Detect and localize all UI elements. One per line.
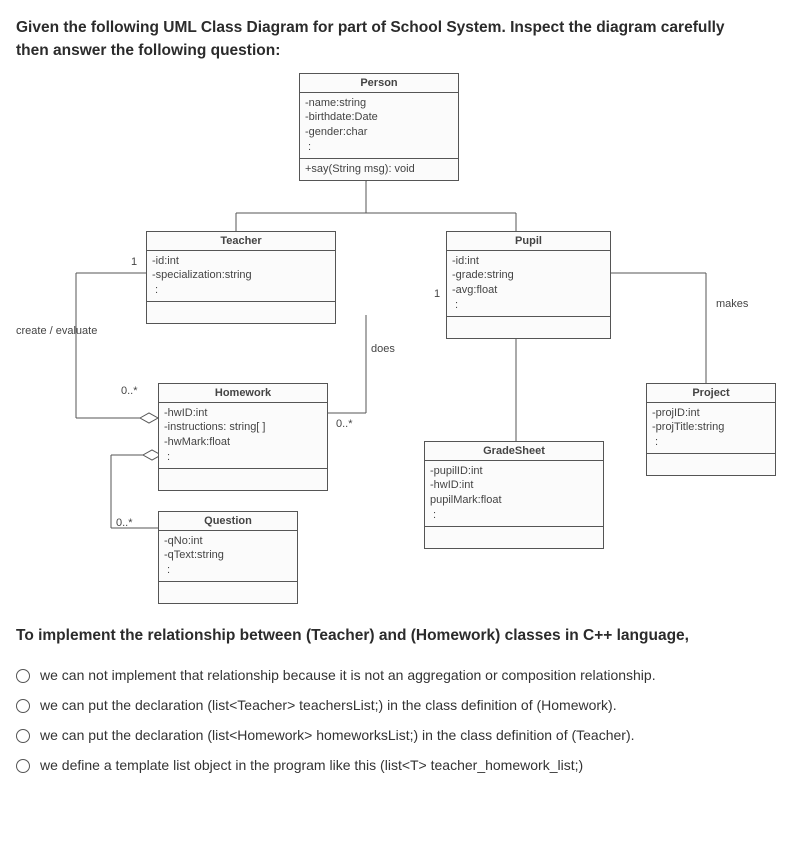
uml-ops bbox=[159, 469, 327, 490]
option-text: we can put the declaration (list<Teacher… bbox=[40, 697, 617, 713]
option-b[interactable]: we can put the declaration (list<Teacher… bbox=[16, 697, 787, 713]
uml-ops bbox=[159, 582, 297, 603]
mult-1-pupil: 1 bbox=[434, 288, 440, 300]
assoc-label-create-evaluate: create / evaluate bbox=[16, 325, 97, 337]
radio-icon[interactable] bbox=[16, 759, 30, 773]
question-prompt: Given the following UML Class Diagram fo… bbox=[16, 16, 787, 63]
question-stem: To implement the relationship between (T… bbox=[16, 627, 787, 645]
option-text: we define a template list object in the … bbox=[40, 757, 583, 773]
uml-class-teacher: Teacher -id:int -specialization:string : bbox=[146, 231, 336, 324]
uml-attrs: -projID:int -projTitle:string : bbox=[647, 403, 775, 455]
uml-title: Project bbox=[647, 384, 775, 403]
uml-title: Homework bbox=[159, 384, 327, 403]
uml-attrs: -hwID:int -instructions: string[ ] -hwMa… bbox=[159, 403, 327, 469]
uml-ops: +say(String msg): void bbox=[300, 159, 458, 180]
mult-0star-homework: 0..* bbox=[121, 385, 138, 397]
option-a[interactable]: we can not implement that relationship b… bbox=[16, 667, 787, 683]
uml-ops bbox=[647, 454, 775, 475]
uml-class-gradesheet: GradeSheet -pupilID:int -hwID:int pupilM… bbox=[424, 441, 604, 549]
uml-class-homework: Homework -hwID:int -instructions: string… bbox=[158, 383, 328, 491]
uml-ops bbox=[447, 317, 610, 338]
assoc-label-does: does bbox=[371, 343, 395, 355]
radio-icon[interactable] bbox=[16, 699, 30, 713]
radio-icon[interactable] bbox=[16, 669, 30, 683]
uml-title: GradeSheet bbox=[425, 442, 603, 461]
mult-0star-does: 0..* bbox=[336, 418, 353, 430]
uml-ops bbox=[147, 302, 335, 323]
uml-class-question: Question -qNo:int -qText:string : bbox=[158, 511, 298, 604]
uml-class-person: Person -name:string -birthdate:Date -gen… bbox=[299, 73, 459, 181]
mult-1-teacher: 1 bbox=[131, 256, 137, 268]
option-d[interactable]: we define a template list object in the … bbox=[16, 757, 787, 773]
option-text: we can put the declaration (list<Homewor… bbox=[40, 727, 635, 743]
uml-attrs: -id:int -grade:string -avg:float : bbox=[447, 251, 610, 317]
prompt-line-1: Given the following UML Class Diagram fo… bbox=[16, 19, 725, 36]
uml-class-pupil: Pupil -id:int -grade:string -avg:float : bbox=[446, 231, 611, 339]
uml-attrs: -pupilID:int -hwID:int pupilMark:float : bbox=[425, 461, 603, 527]
assoc-label-makes: makes bbox=[716, 298, 748, 310]
option-text: we can not implement that relationship b… bbox=[40, 667, 656, 683]
radio-icon[interactable] bbox=[16, 729, 30, 743]
uml-title: Teacher bbox=[147, 232, 335, 251]
uml-class-project: Project -projID:int -projTitle:string : bbox=[646, 383, 776, 476]
option-c[interactable]: we can put the declaration (list<Homewor… bbox=[16, 727, 787, 743]
uml-diagram: Person -name:string -birthdate:Date -gen… bbox=[16, 73, 786, 603]
prompt-line-2: then answer the following question: bbox=[16, 42, 280, 59]
uml-title: Question bbox=[159, 512, 297, 531]
uml-attrs: -name:string -birthdate:Date -gender:cha… bbox=[300, 93, 458, 159]
uml-attrs: -qNo:int -qText:string : bbox=[159, 531, 297, 583]
mult-0star-question: 0..* bbox=[116, 517, 133, 529]
uml-attrs: -id:int -specialization:string : bbox=[147, 251, 335, 303]
uml-title: Person bbox=[300, 74, 458, 93]
uml-title: Pupil bbox=[447, 232, 610, 251]
uml-ops bbox=[425, 527, 603, 548]
